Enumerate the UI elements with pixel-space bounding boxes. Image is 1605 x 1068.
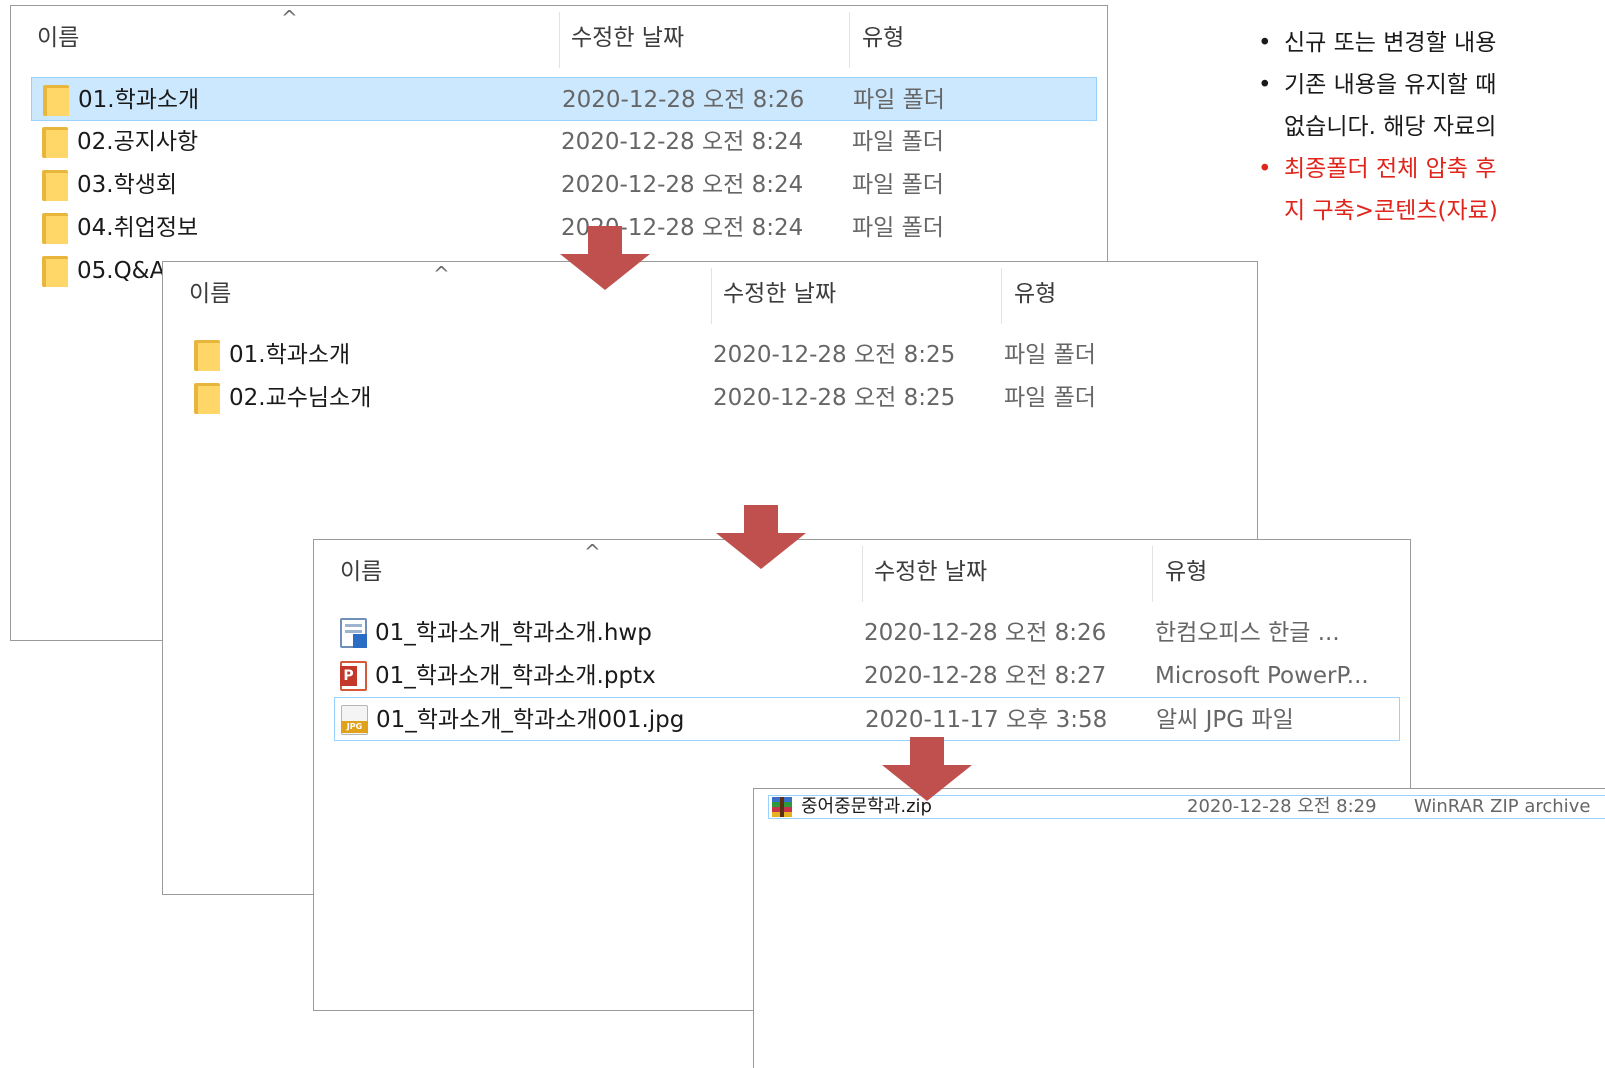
explorer-window-archive: 중어중문학과.zip 2020-12-28 오전 8:29 WinRAR ZIP… [753, 788, 1605, 1068]
jpg-file-icon [341, 705, 368, 735]
item-date: 2020-12-28 오전 8:25 [713, 385, 956, 411]
item-name: 04.취업정보 [77, 215, 199, 241]
list-item[interactable]: 02.교수님소개 2020-12-28 오전 8:25 파일 폴더 [183, 376, 1249, 420]
item-name: 01_학과소개_학과소개.pptx [375, 663, 656, 689]
folder-icon [43, 85, 69, 116]
item-type: Microsoft PowerP... [1155, 663, 1369, 689]
item-name: 03.학생회 [77, 172, 178, 198]
item-type: 파일 폴더 [852, 129, 944, 155]
item-name: 01.학과소개 [78, 87, 200, 113]
folder-icon [42, 170, 68, 201]
item-name: 01_학과소개_학과소개.hwp [375, 620, 652, 646]
item-type: WinRAR ZIP archive [1414, 796, 1591, 817]
folder-icon [42, 256, 68, 287]
note-item-continuation: 없습니다. 해당 자료의 [1284, 114, 1497, 140]
column-divider[interactable] [1152, 546, 1153, 602]
column-date[interactable]: 수정한 날짜 [723, 262, 836, 326]
item-date: 2020-11-17 오후 3:58 [865, 707, 1108, 733]
item-type: 한컴오피스 한글 ... [1155, 620, 1340, 646]
hwp-file-icon [340, 618, 367, 648]
item-name: 02.공지사항 [77, 129, 199, 155]
folder-icon [42, 213, 68, 244]
sort-ascending-icon: ^ [584, 540, 601, 564]
note-item-highlight: • 최종폴더 전체 압축 후 [1258, 156, 1497, 182]
instruction-notes: • 신규 또는 변경할 내용 • 기존 내용을 유지할 때 없습니다. 해당 자료의… [1258, 22, 1605, 232]
item-type: 알씨 JPG 파일 [1156, 707, 1294, 733]
list-item[interactable]: 02.공지사항 2020-12-28 오전 8:24 파일 폴더 [31, 120, 1097, 164]
item-type: 파일 폴더 [853, 87, 945, 113]
column-divider[interactable] [849, 12, 850, 68]
item-date: 2020-12-28 오전 8:26 [562, 87, 805, 113]
item-name: 05.Q&A [77, 258, 166, 284]
note-item: • 기존 내용을 유지할 때 [1258, 72, 1497, 98]
folder-icon [194, 383, 220, 414]
column-type[interactable]: 유형 [862, 6, 904, 70]
column-date[interactable]: 수정한 날짜 [874, 540, 987, 604]
sort-ascending-icon: ^ [281, 6, 298, 30]
column-name[interactable]: 이름 [189, 262, 231, 326]
folder-icon [42, 127, 68, 158]
item-name: 01_학과소개_학과소개001.jpg [376, 707, 685, 733]
item-type: 파일 폴더 [852, 172, 944, 198]
column-type[interactable]: 유형 [1014, 262, 1056, 326]
item-date: 2020-12-28 오전 8:26 [864, 620, 1107, 646]
flow-arrow-icon [560, 226, 650, 290]
column-header: 이름 ^ 수정한 날짜 유형 [163, 262, 1257, 326]
sort-ascending-icon: ^ [433, 262, 450, 286]
winrar-archive-icon [772, 797, 792, 817]
list-item[interactable]: 01_학과소개_학과소개.pptx 2020-12-28 오전 8:27 Mic… [334, 654, 1400, 698]
flow-arrow-icon [882, 737, 972, 801]
item-type: 파일 폴더 [1004, 385, 1096, 411]
item-date: 2020-12-28 오전 8:29 [1187, 796, 1377, 817]
column-date[interactable]: 수정한 날짜 [571, 6, 684, 70]
flow-arrow-icon [716, 505, 806, 569]
list-item[interactable]: 03.학생회 2020-12-28 오전 8:24 파일 폴더 [31, 163, 1097, 207]
item-name: 02.교수님소개 [229, 385, 372, 411]
column-divider[interactable] [1001, 268, 1002, 324]
item-date: 2020-12-28 오전 8:24 [561, 129, 804, 155]
column-divider[interactable] [862, 546, 863, 602]
item-date: 2020-12-28 오전 8:25 [713, 342, 956, 368]
column-divider[interactable] [711, 268, 712, 324]
item-date: 2020-12-28 오전 8:24 [561, 172, 804, 198]
item-type: 파일 폴더 [852, 215, 944, 241]
pptx-file-icon [340, 661, 367, 691]
column-type[interactable]: 유형 [1165, 540, 1207, 604]
folder-icon [194, 340, 220, 371]
list-item[interactable]: 01.학과소개 2020-12-28 오전 8:26 파일 폴더 [31, 77, 1097, 121]
list-item[interactable]: 01_학과소개_학과소개.hwp 2020-12-28 오전 8:26 한컴오피… [334, 611, 1400, 655]
list-item[interactable]: 01.학과소개 2020-12-28 오전 8:25 파일 폴더 [183, 333, 1249, 377]
column-name[interactable]: 이름 [37, 6, 79, 70]
list-item-focused[interactable]: 01_학과소개_학과소개001.jpg 2020-11-17 오후 3:58 알… [334, 697, 1400, 741]
item-name: 01.학과소개 [229, 342, 351, 368]
column-name[interactable]: 이름 [340, 540, 382, 604]
item-date: 2020-12-28 오전 8:27 [864, 663, 1107, 689]
note-item: • 신규 또는 변경할 내용 [1258, 30, 1497, 56]
column-divider[interactable] [559, 12, 560, 68]
column-header: 이름 ^ 수정한 날짜 유형 [314, 540, 1410, 604]
note-item-continuation: 지 구축>콘텐츠(자료) [1284, 198, 1498, 224]
item-type: 파일 폴더 [1004, 342, 1096, 368]
column-header: 이름 ^ 수정한 날짜 유형 [11, 6, 1107, 70]
